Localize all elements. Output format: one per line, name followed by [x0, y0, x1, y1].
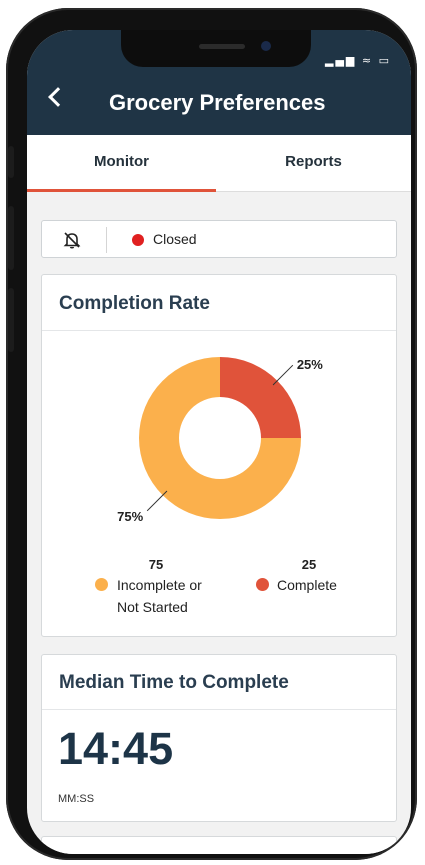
- median-time-value: 14:45: [58, 723, 174, 774]
- completion-donut-chart: 25% 75%: [117, 357, 323, 524]
- leader-line: [272, 364, 294, 386]
- leader-line: [146, 490, 168, 512]
- mute-switch: [8, 146, 14, 178]
- legend-value-incomplete: 75: [148, 557, 164, 572]
- tab-bar: Monitor Reports: [27, 135, 411, 192]
- card-title: Completion Rate: [59, 293, 210, 314]
- notch: [121, 30, 311, 67]
- tab-monitor[interactable]: Monitor: [27, 135, 216, 192]
- card-title: Median Time to Complete: [59, 672, 289, 693]
- completion-rate-card: Completion Rate 25% 75% 75 Incomplete or …: [41, 274, 397, 637]
- card-divider: [42, 709, 396, 710]
- phone-frame: ▂▄▆ ≈ ▭ Grocery Preferences Monitor Repo…: [6, 8, 417, 860]
- legend-label-line: Incomplete or: [117, 577, 202, 593]
- median-time-card: Median Time to Complete 14:45 MM:SS: [41, 654, 397, 822]
- status-dot: [132, 234, 144, 246]
- legend-label-line: Not Started: [117, 599, 188, 615]
- app-screen: ▂▄▆ ≈ ▭ Grocery Preferences Monitor Repo…: [27, 30, 411, 854]
- page-title: Grocery Preferences: [109, 90, 326, 115]
- tab-divider: [216, 191, 411, 192]
- back-chevron-icon[interactable]: [48, 87, 68, 107]
- status-label: Closed: [153, 231, 197, 247]
- tab-reports[interactable]: Reports: [216, 135, 411, 192]
- status-divider: [106, 227, 107, 253]
- volume-down-button: [8, 288, 14, 352]
- camera-icon: [261, 41, 271, 51]
- battery-icon: ▭: [378, 54, 391, 67]
- legend-label-complete: Complete: [277, 577, 337, 593]
- donut-data-label: 75%: [117, 509, 143, 524]
- donut-data-label: 25%: [297, 357, 323, 372]
- bell-off-icon[interactable]: [62, 230, 82, 255]
- wifi-icon: ≈: [361, 54, 374, 67]
- next-card-peek: [41, 836, 397, 854]
- signal-icon: ▂▄▆: [324, 54, 357, 67]
- legend-value-complete: 25: [301, 557, 317, 572]
- legend-label-incomplete: Incomplete or Not Started: [117, 574, 202, 618]
- legend-dot-complete: [256, 578, 269, 591]
- legend-dot-incomplete: [95, 578, 108, 591]
- status-icons: ▂▄▆ ≈ ▭: [325, 54, 391, 67]
- app-header: ▂▄▆ ≈ ▭ Grocery Preferences: [27, 30, 411, 135]
- card-divider: [42, 330, 396, 331]
- volume-up-button: [8, 206, 14, 270]
- speaker-grille: [199, 44, 245, 49]
- median-time-units: MM:SS: [58, 793, 95, 805]
- survey-status-bar: Closed: [41, 220, 397, 258]
